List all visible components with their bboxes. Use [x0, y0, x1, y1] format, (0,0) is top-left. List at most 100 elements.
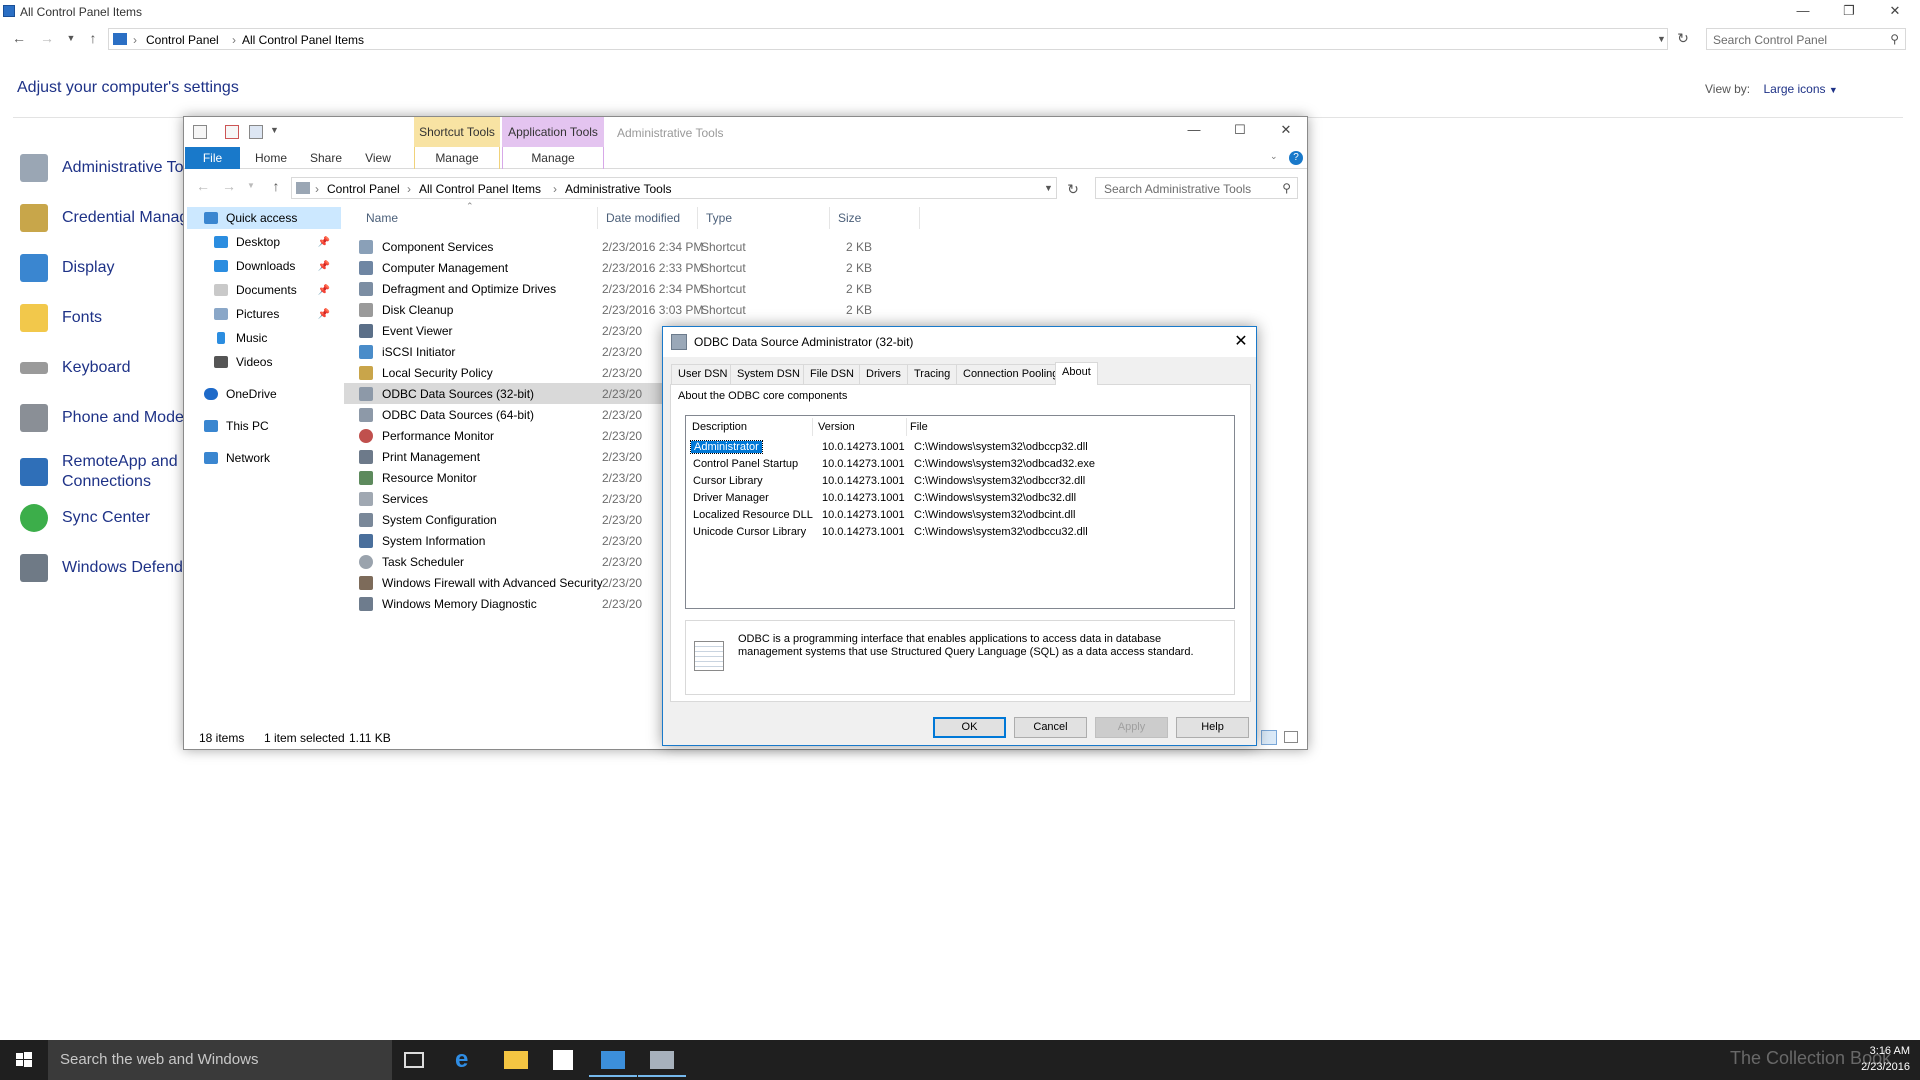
refresh-icon[interactable]: ↻ — [1674, 29, 1692, 47]
nav-this-pc[interactable]: This PC — [204, 415, 334, 437]
col-date-modified[interactable]: Date modified — [606, 211, 680, 225]
tab-manage-application[interactable]: Manage — [502, 147, 604, 169]
breadcrumb-all-items[interactable]: All Control Panel Items — [419, 182, 541, 196]
tab-connection-pooling[interactable]: Connection Pooling — [956, 364, 1066, 384]
cp-item-display[interactable]: Display — [20, 250, 114, 286]
address-bar[interactable]: › Control Panel › All Control Panel Item… — [108, 28, 1668, 50]
breadcrumb-admin-tools[interactable]: Administrative Tools — [565, 182, 672, 196]
tab-tracing[interactable]: Tracing — [907, 364, 958, 384]
minimize-button[interactable]: — — [1780, 0, 1826, 22]
col-name[interactable]: Name — [366, 211, 398, 225]
list-header-version[interactable]: Version — [818, 421, 855, 433]
minimize-button[interactable]: — — [1171, 119, 1217, 141]
tab-file[interactable]: File — [185, 147, 240, 169]
file-row[interactable]: Defragment and Optimize Drives 2/23/2016 … — [344, 278, 964, 299]
column-divider[interactable] — [812, 418, 813, 436]
list-item[interactable]: Unicode Cursor Library 10.0.14273.1001 C:\… — [691, 524, 1231, 541]
file-row[interactable]: Disk Cleanup 2/23/2016 3:03 PM Shortcut 2 K… — [344, 299, 964, 320]
up-arrow-icon[interactable]: ↑ — [84, 29, 102, 47]
col-type[interactable]: Type — [706, 211, 732, 225]
tab-system-dsn[interactable]: System DSN — [730, 364, 807, 384]
address-dropdown-icon[interactable]: ▼ — [1657, 34, 1666, 44]
column-divider[interactable] — [906, 418, 907, 436]
tab-user-dsn[interactable]: User DSN — [671, 364, 735, 384]
address-dropdown-icon[interactable]: ▼ — [1044, 183, 1053, 193]
nav-desktop[interactable]: Desktop 📌 — [214, 231, 334, 253]
list-item[interactable]: Control Panel Startup 10.0.14273.1001 C:\W… — [691, 456, 1231, 473]
nav-videos[interactable]: Videos — [214, 351, 334, 373]
back-arrow-icon[interactable]: ← — [194, 177, 212, 195]
cp-item-keyboard[interactable]: Keyboard — [20, 350, 131, 386]
new-folder-icon[interactable] — [249, 125, 263, 139]
tab-manage-shortcut[interactable]: Manage — [414, 147, 500, 169]
nav-pictures[interactable]: Pictures 📌 — [214, 303, 334, 325]
list-header-file[interactable]: File — [910, 421, 928, 433]
breadcrumb-all-items[interactable]: All Control Panel Items — [242, 33, 364, 47]
tab-home[interactable]: Home — [244, 147, 298, 169]
apply-button[interactable]: Apply — [1095, 717, 1168, 738]
view-by-dropdown[interactable]: Large icons — [1763, 82, 1825, 96]
search-admin-tools-input[interactable]: Search Administrative Tools ⚲ — [1095, 177, 1298, 199]
cp-item-phone-modem[interactable]: Phone and Moder — [20, 400, 189, 436]
close-icon[interactable]: ✕ — [1226, 327, 1256, 357]
search-icon[interactable]: ⚲ — [1282, 181, 1291, 195]
list-item[interactable]: Cursor Library 10.0.14273.1001 C:\Windows\… — [691, 473, 1231, 490]
cp-item-administrative-tools[interactable]: Administrative To — [20, 150, 184, 186]
forward-arrow-icon[interactable]: → — [38, 29, 56, 47]
search-icon[interactable]: ⚲ — [1890, 32, 1899, 46]
large-icons-view-icon[interactable] — [1284, 731, 1298, 743]
list-header-description[interactable]: Description — [692, 421, 747, 433]
search-control-panel-input[interactable]: Search Control Panel ⚲ — [1706, 28, 1906, 50]
refresh-icon[interactable]: ↻ — [1064, 180, 1082, 198]
nav-downloads[interactable]: Downloads 📌 — [214, 255, 334, 277]
file-row[interactable]: Component Services 2/23/2016 2:34 PM Short… — [344, 236, 964, 257]
cp-item-fonts[interactable]: Fonts — [20, 300, 102, 336]
nav-documents[interactable]: Documents 📌 — [214, 279, 334, 301]
admin-tools-taskbar-icon[interactable] — [638, 1051, 686, 1077]
tab-drivers[interactable]: Drivers — [859, 364, 908, 384]
recent-chevron-icon[interactable]: ▼ — [242, 177, 260, 195]
breadcrumb-control-panel[interactable]: Control Panel — [327, 182, 400, 196]
components-list[interactable]: Description Version File Administrator 10… — [685, 415, 1235, 609]
edge-icon[interactable]: e — [455, 1048, 479, 1072]
expand-ribbon-icon[interactable]: ⌄ — [1270, 151, 1278, 162]
pin-icon[interactable]: 📌 — [318, 237, 330, 248]
pin-icon[interactable]: 📌 — [318, 285, 330, 296]
help-icon[interactable]: ? — [1289, 151, 1303, 165]
tab-about[interactable]: About — [1055, 362, 1098, 385]
column-divider[interactable] — [919, 207, 920, 229]
recent-chevron-icon[interactable]: ▼ — [62, 29, 80, 47]
up-arrow-icon[interactable]: ↑ — [267, 177, 285, 195]
column-divider[interactable] — [597, 207, 598, 229]
cp-item-windows-defender[interactable]: Windows Defende — [20, 550, 192, 586]
restore-button[interactable]: ❐ — [1826, 0, 1872, 22]
start-button[interactable] — [0, 1040, 48, 1080]
list-item[interactable]: Localized Resource DLL 10.0.14273.1001 C:\… — [691, 507, 1231, 524]
maximize-button[interactable]: ☐ — [1217, 119, 1263, 141]
close-button[interactable]: ✕ — [1872, 0, 1918, 22]
file-explorer-icon[interactable] — [504, 1051, 528, 1069]
column-divider[interactable] — [829, 207, 830, 229]
tab-view[interactable]: View — [354, 147, 402, 169]
checkmark-icon[interactable] — [225, 125, 239, 139]
col-size[interactable]: Size — [838, 211, 861, 225]
back-arrow-icon[interactable]: ← — [10, 29, 28, 47]
address-bar[interactable]: › Control Panel › All Control Panel Item… — [291, 177, 1057, 199]
pin-icon[interactable]: 📌 — [318, 261, 330, 272]
ok-button[interactable]: OK — [933, 717, 1006, 738]
cp-item-remoteapp[interactable]: RemoteApp and D Connections — [20, 450, 194, 494]
properties-icon[interactable] — [193, 125, 207, 139]
list-item[interactable]: Driver Manager 10.0.14273.1001 C:\Windows\… — [691, 490, 1231, 507]
taskbar-search-input[interactable]: Search the web and Windows — [48, 1040, 392, 1080]
cp-item-sync-center[interactable]: Sync Center — [20, 500, 150, 536]
pin-icon[interactable]: 📌 — [318, 309, 330, 320]
cp-item-credential-manager[interactable]: Credential Manag — [20, 200, 188, 236]
column-divider[interactable] — [697, 207, 698, 229]
close-button[interactable]: ✕ — [1263, 119, 1309, 141]
control-panel-taskbar-icon[interactable] — [589, 1051, 637, 1077]
tab-share[interactable]: Share — [300, 147, 352, 169]
nav-music[interactable]: Music — [214, 327, 334, 349]
breadcrumb-control-panel[interactable]: Control Panel — [146, 33, 219, 47]
nav-onedrive[interactable]: OneDrive — [204, 383, 334, 405]
store-icon[interactable] — [553, 1050, 573, 1070]
